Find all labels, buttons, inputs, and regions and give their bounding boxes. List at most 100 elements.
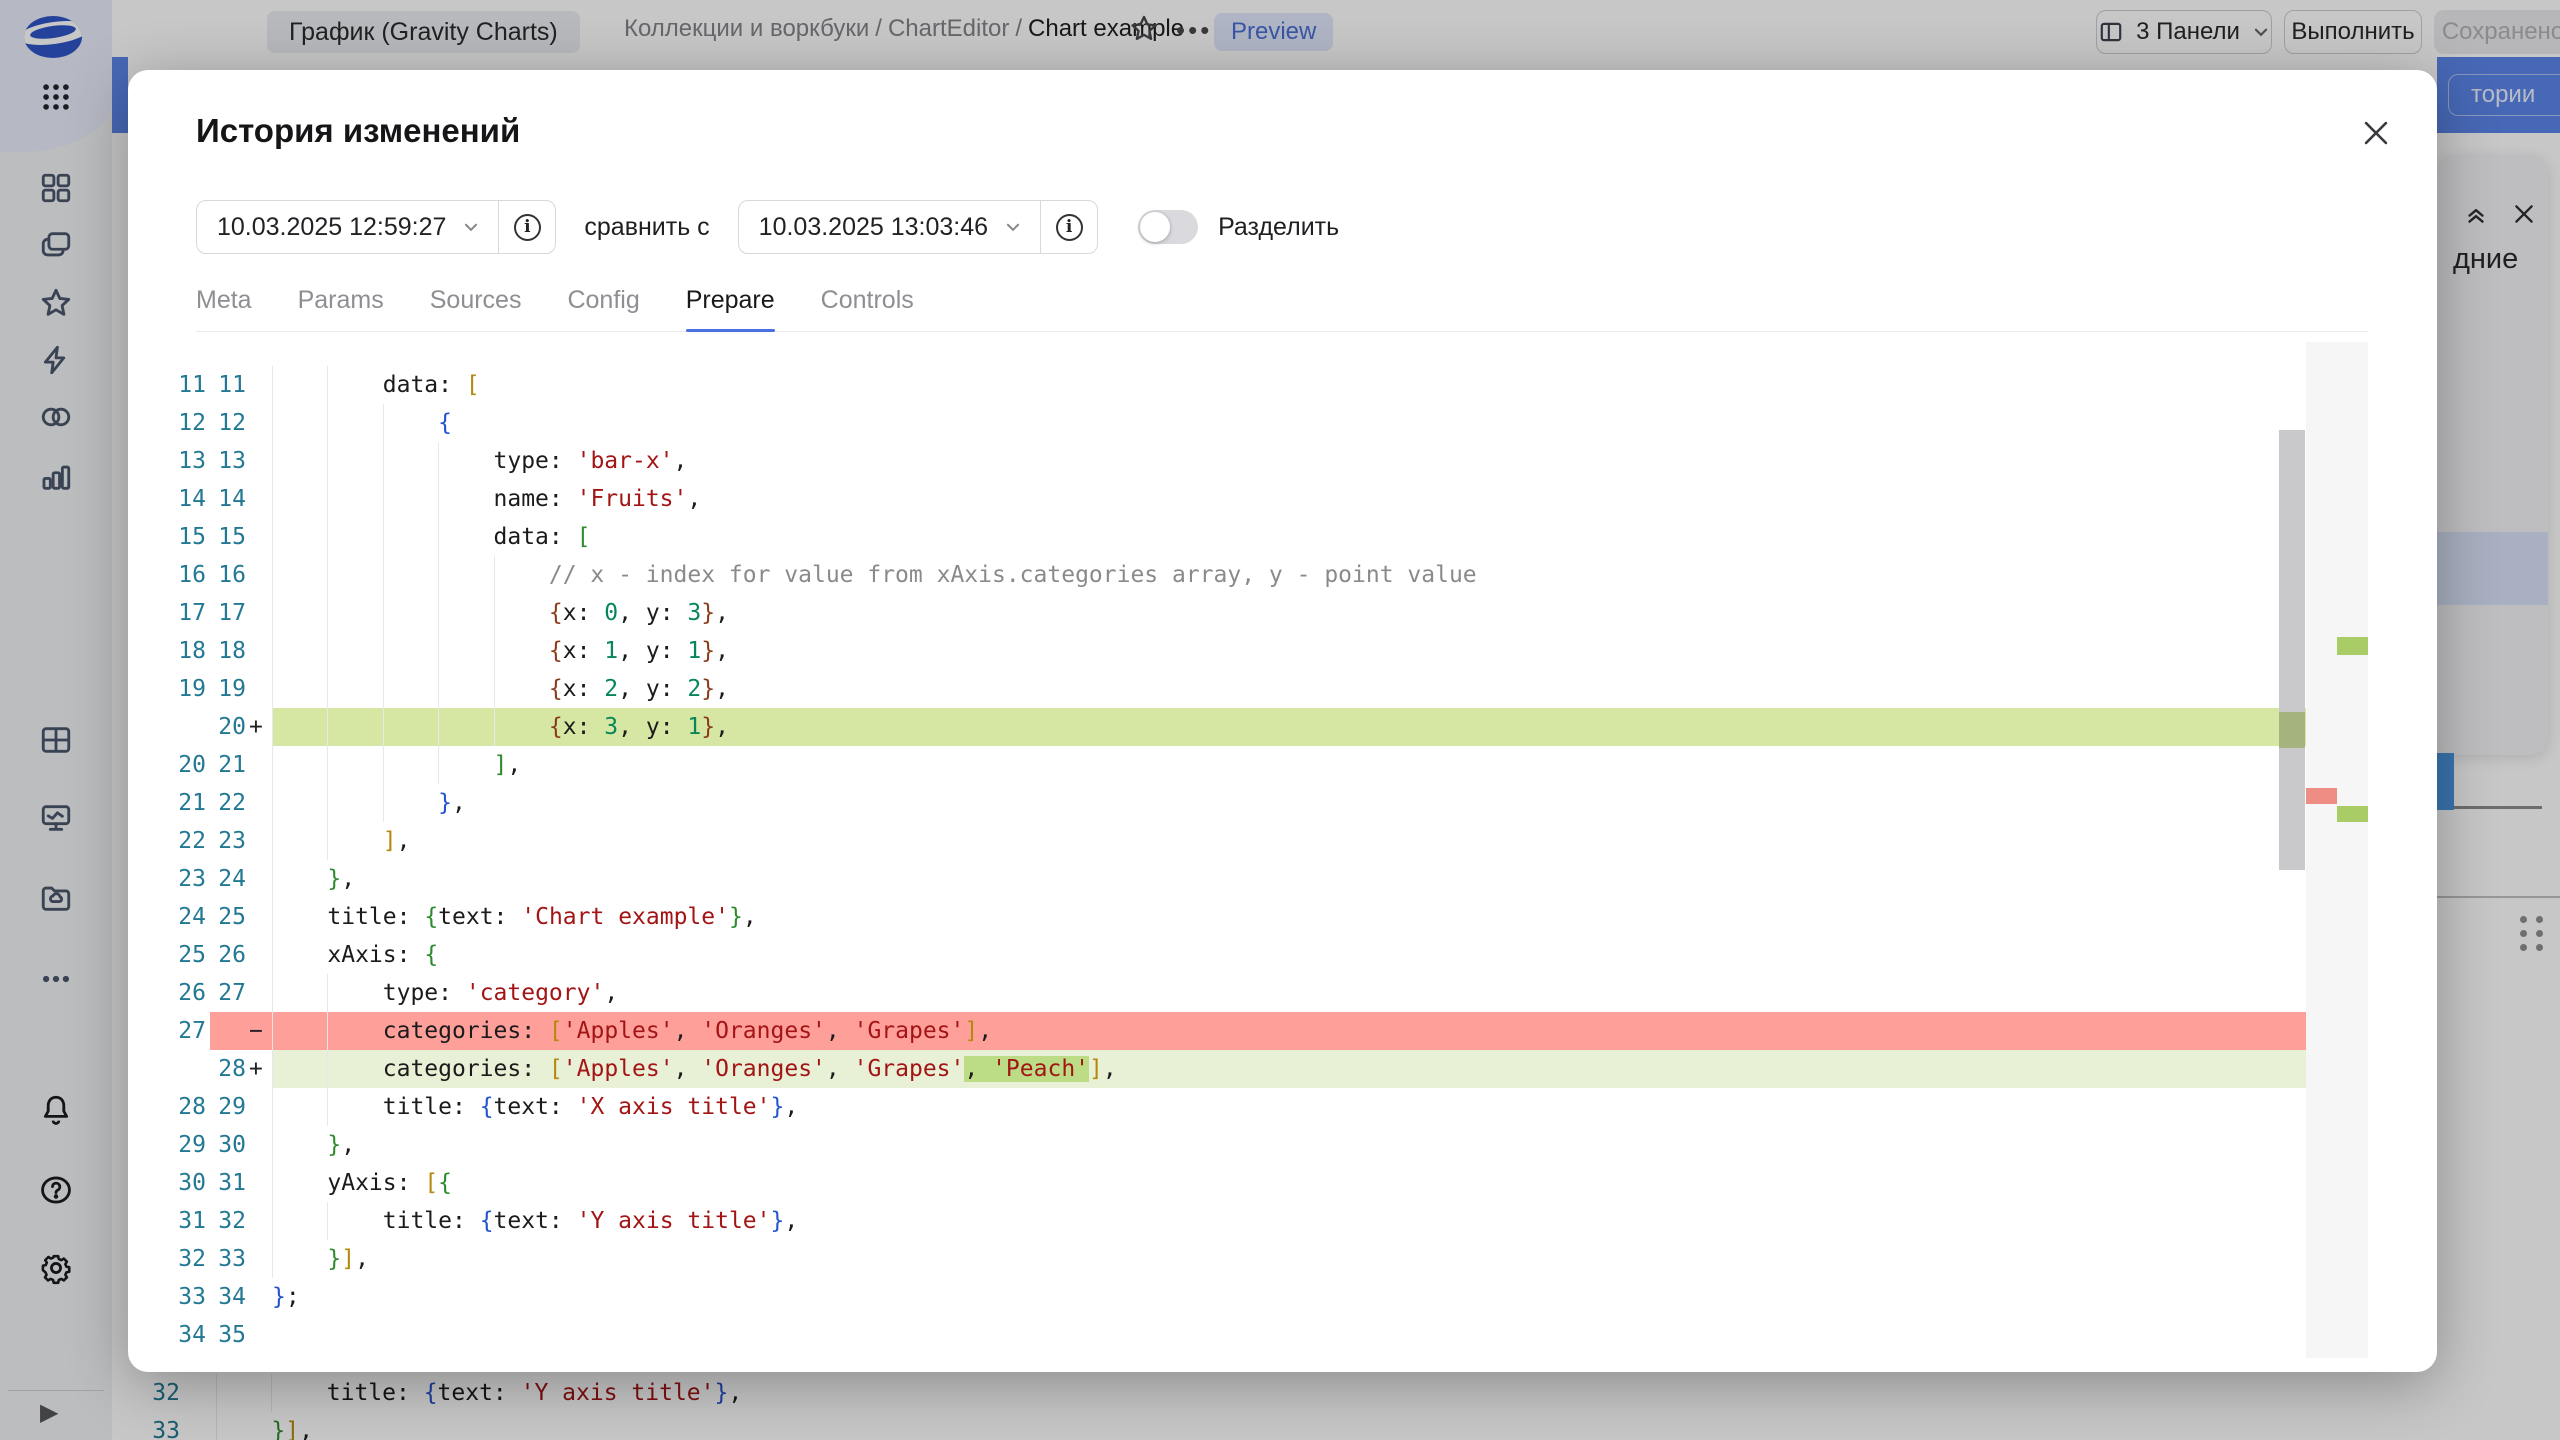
revision-from-select[interactable]: 10.03.2025 12:59:27 (197, 213, 498, 242)
revision-controls: 10.03.2025 12:59:27 i сравнить с 10.03.2… (196, 200, 1339, 254)
compare-label: сравнить с (584, 213, 709, 242)
diff-row: 2930}, (152, 1126, 2306, 1164)
tab-params[interactable]: Params (298, 274, 384, 331)
diff-row: 2122}, (152, 784, 2306, 822)
new-line-number: 13 (206, 448, 246, 474)
info-icon: i (1056, 214, 1083, 241)
diff-scrollbar[interactable] (2279, 430, 2305, 870)
minimap-removed-marker (2306, 788, 2337, 804)
new-line-number: 14 (206, 486, 246, 512)
scrollbar-added-marker (2279, 712, 2305, 748)
old-line-number: 24 (152, 904, 206, 930)
diff-row: 2021], (152, 746, 2306, 784)
old-line-number: 25 (152, 942, 206, 968)
minimap-added-marker (2337, 637, 2368, 655)
tab-meta[interactable]: Meta (196, 274, 252, 331)
new-line-number: 18 (206, 638, 246, 664)
new-line-number: 19 (206, 676, 246, 702)
revision-to-value: 10.03.2025 13:03:46 (759, 213, 988, 242)
revision-from-info-button[interactable]: i (499, 214, 555, 241)
diff-tabs: Meta Params Sources Config Prepare Controls (196, 274, 2368, 332)
diff-row: 1717{x: 0, y: 3}, (152, 594, 2306, 632)
diff-row: 2526xAxis: { (152, 936, 2306, 974)
old-line-number: 19 (152, 676, 206, 702)
diff-row: 1515data: [ (152, 518, 2306, 556)
diff-row: 3334}; (152, 1278, 2306, 1316)
old-line-number: 15 (152, 524, 206, 550)
diff-row: 3031yAxis: [{ (152, 1164, 2306, 1202)
old-line-number: 30 (152, 1170, 206, 1196)
old-line-number: 16 (152, 562, 206, 588)
diff-minimap[interactable] (2306, 342, 2368, 1358)
old-line-number: 27 (152, 1018, 206, 1044)
diff-row: 1313type: 'bar-x', (152, 442, 2306, 480)
revision-to-select[interactable]: 10.03.2025 13:03:46 (739, 213, 1040, 242)
old-line-number: 12 (152, 410, 206, 436)
diff-row: 3435 (152, 1316, 2306, 1354)
old-line-number: 21 (152, 790, 206, 816)
new-line-number: 27 (206, 980, 246, 1006)
diff-row: 1414name: 'Fruits', (152, 480, 2306, 518)
tab-config[interactable]: Config (567, 274, 639, 331)
old-line-number: 13 (152, 448, 206, 474)
diff-marker: + (246, 1056, 272, 1082)
new-line-number: 15 (206, 524, 246, 550)
diff-row: 1212{ (152, 404, 2306, 442)
new-line-number: 22 (206, 790, 246, 816)
revision-to-info-button[interactable]: i (1041, 214, 1097, 241)
tab-prepare[interactable]: Prepare (686, 274, 775, 331)
old-line-number: 33 (152, 1284, 206, 1310)
revision-to-group: 10.03.2025 13:03:46 i (738, 200, 1098, 254)
diff-row-removed: 27−categories: ['Apples', 'Oranges', 'Gr… (152, 1012, 2306, 1050)
diff-row: 2829title: {text: 'X axis title'}, (152, 1088, 2306, 1126)
new-line-number: 21 (206, 752, 246, 778)
new-line-number: 33 (206, 1246, 246, 1272)
diff-row: 1818{x: 1, y: 1}, (152, 632, 2306, 670)
app-root: График (Gravity Charts) Коллекции и ворк… (0, 0, 2560, 1440)
new-line-number: 11 (206, 372, 246, 398)
diff-row: 2223], (152, 822, 2306, 860)
diff-row: 2324}, (152, 860, 2306, 898)
revision-from-value: 10.03.2025 12:59:27 (217, 213, 446, 242)
diff-marker: − (246, 1018, 272, 1044)
old-line-number: 14 (152, 486, 206, 512)
diff-row: 1111data: [ (152, 366, 2306, 404)
tab-controls[interactable]: Controls (821, 274, 914, 331)
diff-row: 1616// x - index for value from xAxis.ca… (152, 556, 2306, 594)
new-line-number: 17 (206, 600, 246, 626)
new-line-number: 26 (206, 942, 246, 968)
split-toggle-label: Разделить (1218, 213, 1339, 242)
revision-from-group: 10.03.2025 12:59:27 i (196, 200, 556, 254)
close-icon[interactable] (2359, 116, 2393, 150)
split-toggle[interactable] (1138, 210, 1198, 244)
diff-row: 2425title: {text: 'Chart example'}, (152, 898, 2306, 936)
old-line-number: 17 (152, 600, 206, 626)
old-line-number: 20 (152, 752, 206, 778)
diff-row: 3233}], (152, 1240, 2306, 1278)
new-line-number: 24 (206, 866, 246, 892)
old-line-number: 18 (152, 638, 206, 664)
new-line-number: 20 (206, 714, 246, 740)
new-line-number: 34 (206, 1284, 246, 1310)
new-line-number: 25 (206, 904, 246, 930)
old-line-number: 11 (152, 372, 206, 398)
new-line-number: 32 (206, 1208, 246, 1234)
old-line-number: 28 (152, 1094, 206, 1120)
diff-marker: + (246, 714, 272, 740)
new-line-number: 12 (206, 410, 246, 436)
diff-row-added: 28+categories: ['Apples', 'Oranges', 'Gr… (152, 1050, 2306, 1088)
diff-row: 3132title: {text: 'Y axis title'}, (152, 1202, 2306, 1240)
old-line-number: 31 (152, 1208, 206, 1234)
new-line-number: 30 (206, 1132, 246, 1158)
tab-sources[interactable]: Sources (430, 274, 522, 331)
old-line-number: 22 (152, 828, 206, 854)
info-icon: i (514, 214, 541, 241)
minimap-added-marker (2337, 806, 2368, 822)
modal-title: История изменений (196, 112, 520, 150)
diff-row: 2627type: 'category', (152, 974, 2306, 1012)
new-line-number: 28 (206, 1056, 246, 1082)
old-line-number: 26 (152, 980, 206, 1006)
new-line-number: 16 (206, 562, 246, 588)
new-line-number: 31 (206, 1170, 246, 1196)
diff-row: 1919{x: 2, y: 2}, (152, 670, 2306, 708)
